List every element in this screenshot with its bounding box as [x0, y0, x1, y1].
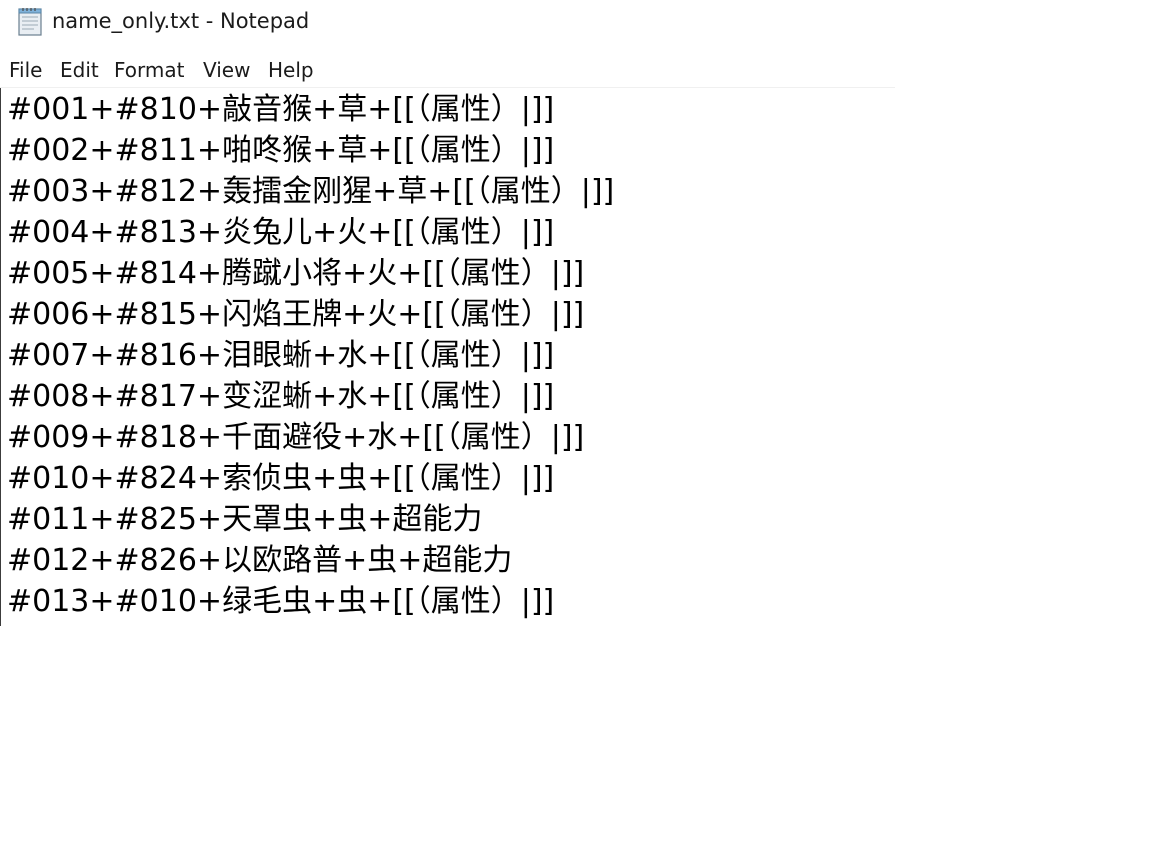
title-bar[interactable]: name_only.txt - Notepad	[0, 0, 895, 46]
text-line: #010+#824+索侦虫+虫+[[（属性）|]]	[7, 461, 555, 496]
text-line: #013+#010+绿毛虫+虫+[[（属性）|]]	[7, 584, 555, 619]
text-line: #005+#814+腾蹴小将+火+[[（属性）|]]	[7, 256, 585, 291]
window-title: name_only.txt - Notepad	[52, 9, 310, 33]
text-line: #008+#817+变涩蜥+水+[[（属性）|]]	[7, 379, 555, 414]
text-line: #011+#825+天罩虫+虫+超能力	[7, 502, 483, 537]
menu-view[interactable]: View	[202, 58, 251, 82]
notepad-icon	[16, 7, 44, 37]
text-line: #006+#815+闪焰王牌+火+[[（属性）|]]	[7, 297, 585, 332]
text-line: #003+#812+轰擂金刚猩+草+[[（属性）|]]	[7, 174, 615, 209]
text-line: #002+#811+啪咚猴+草+[[（属性）|]]	[7, 133, 555, 168]
menu-bar: File Edit Format View Help	[0, 54, 895, 88]
text-line: #009+#818+千面避役+水+[[（属性）|]]	[7, 420, 585, 455]
text-line: #004+#813+炎兔儿+火+[[（属性）|]]	[7, 215, 555, 250]
text-editor[interactable]: #001+#810+敲音猴+草+[[（属性）|]] #002+#811+啪咚猴+…	[0, 88, 895, 626]
menu-help[interactable]: Help	[267, 58, 315, 82]
text-line: #007+#816+泪眼蜥+水+[[（属性）|]]	[7, 338, 555, 373]
menu-format[interactable]: Format	[113, 58, 185, 82]
notepad-window: name_only.txt - Notepad File Edit Format…	[0, 0, 895, 626]
text-line: #001+#810+敲音猴+草+[[（属性）|]]	[7, 92, 555, 127]
text-line: #012+#826+以欧路普+虫+超能力	[7, 543, 513, 578]
menu-edit[interactable]: Edit	[59, 58, 100, 82]
menu-file[interactable]: File	[8, 58, 43, 82]
